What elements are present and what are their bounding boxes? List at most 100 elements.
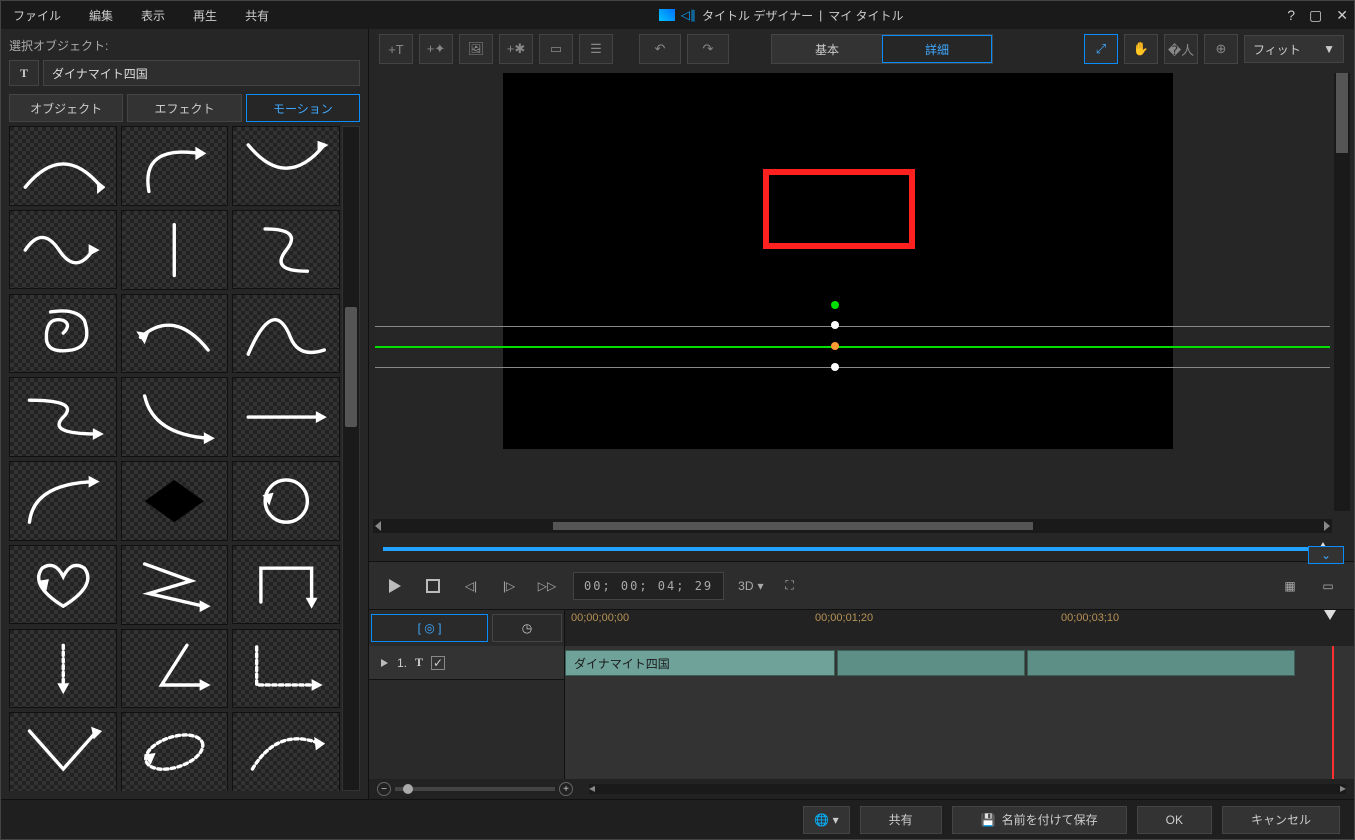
save-as-button[interactable]: 💾名前を付けて保存 [952,806,1127,834]
clip[interactable] [837,650,1025,676]
fit-dropdown[interactable]: フィット▼ [1244,35,1344,63]
app-logo-icon [659,9,675,21]
preset-v-path[interactable] [9,712,117,791]
add-box-icon[interactable]: ▭ [539,34,573,64]
playback-bar: ⌄ ◁| |▷ ▷▷ 00; 00; 04; 29 3D ▾ ⛶ ▦ ▭ [369,561,1354,609]
track-visible-checkbox[interactable]: ✓ [431,656,445,670]
safe-zone-icon[interactable]: ▭ [1316,574,1340,598]
expand-icon[interactable]: ⌄ [1308,546,1344,564]
motion-presets-grid [9,126,342,791]
preset-arc-up[interactable] [232,126,340,206]
motion-path[interactable] [375,346,1330,348]
menu-edit[interactable]: 編集 [83,5,119,26]
timeline-ruler[interactable]: 00;00;00;00 00;00;01;20 00;00;03;10 [565,610,1354,646]
prev-frame-icon[interactable]: ◁| [459,574,483,598]
preset-horizontal[interactable] [232,377,340,457]
preset-dashed-down[interactable] [9,629,117,709]
preview-hscroll[interactable] [373,519,1332,533]
preset-arc-return[interactable] [121,294,229,374]
fast-forward-icon[interactable]: ▷▷ [535,574,559,598]
close-icon[interactable]: ✕ [1336,7,1348,24]
play-icon[interactable] [383,574,407,598]
preview-canvas[interactable] [503,73,1173,449]
ok-button[interactable]: OK [1137,806,1212,834]
menu-play[interactable]: 再生 [187,5,223,26]
zoom-out-icon[interactable]: − [377,782,391,796]
tab-object[interactable]: オブジェクト [9,94,123,122]
fullscreen-icon[interactable]: ⛶ [778,574,802,598]
mode-basic[interactable]: 基本 [772,35,882,63]
move-tool-icon[interactable]: ⤢ [1084,34,1118,64]
tab-motion[interactable]: モーション [246,94,360,122]
presets-scrollbar[interactable] [342,126,360,791]
pan-tool-icon[interactable]: ✋ [1124,34,1158,64]
stop-icon[interactable] [421,574,445,598]
zoom-out-icon[interactable]: �人 [1164,34,1198,64]
menu-view[interactable]: 表示 [135,5,171,26]
preset-rebound[interactable] [121,629,229,709]
window-title: ◁∥ タイトル デザイナー | マイ タイトル [275,7,1287,24]
add-particle-icon[interactable]: +✦ [419,34,453,64]
preview-area[interactable] [369,69,1354,561]
preset-diag-down[interactable] [121,377,229,457]
guide-line [375,367,1330,368]
menu-file[interactable]: ファイル [7,5,67,26]
preset-heart[interactable] [9,545,117,625]
preset-wave[interactable] [9,210,117,290]
zoom-in-icon[interactable]: + [559,782,573,796]
zoom-in-icon[interactable]: ⊕ [1204,34,1238,64]
keyframe-dot[interactable] [831,363,839,371]
maximize-icon[interactable]: ▢ [1309,7,1322,24]
preset-arc-right[interactable] [121,126,229,206]
cloud-icon[interactable]: 🌐 ▾ [803,806,849,834]
add-sparkle-icon[interactable]: +✱ [499,34,533,64]
add-text-icon[interactable]: +T [379,34,413,64]
clock-mode-button[interactable]: ◷ [492,614,562,642]
preset-s-arrow[interactable] [9,377,117,457]
next-frame-icon[interactable]: |▷ [497,574,521,598]
object-text-input[interactable]: ダイナマイト四国 [43,60,360,86]
preset-diamond[interactable] [121,461,229,541]
undo-icon[interactable]: ↶ [639,34,681,64]
object-type-icon: T [9,60,39,86]
preview-vscroll[interactable] [1334,73,1350,511]
preset-curve-dashed[interactable] [232,712,340,791]
tab-effect[interactable]: エフェクト [127,94,241,122]
preset-square-path[interactable] [232,545,340,625]
preset-s-curve[interactable] [232,210,340,290]
preset-ellipse-dashed[interactable] [121,712,229,791]
share-button[interactable]: 共有 [860,806,942,834]
snap-icon[interactable]: ▦ [1278,574,1302,598]
3d-toggle[interactable]: 3D ▾ [738,574,763,598]
preset-arc-down[interactable] [9,126,117,206]
clip[interactable] [1027,650,1295,676]
preset-vertical[interactable] [121,210,229,290]
selection-box[interactable] [763,169,915,249]
mode-advanced[interactable]: 詳細 [882,35,992,63]
add-image-icon[interactable]: 🖼 [459,34,493,64]
timeline-hscroll[interactable] [589,784,1346,794]
keyframe-dot[interactable] [831,301,839,309]
menu-share[interactable]: 共有 [239,5,275,26]
preview-toolbar: +T +✦ 🖼 +✱ ▭ ☰ ↶ ↷ 基本 詳細 ⤢ ✋ �人 ⊕ フィット [369,29,1354,69]
keyframe-mode-button[interactable]: [ ◎ ] [371,614,488,642]
preset-corner-dashed[interactable] [232,629,340,709]
cancel-button[interactable]: キャンセル [1222,806,1340,834]
layers-icon[interactable]: ☰ [579,34,613,64]
preset-zigzag[interactable] [121,545,229,625]
preset-quarter-arc[interactable] [9,461,117,541]
help-icon[interactable]: ? [1287,7,1295,24]
keyframe-dot[interactable] [831,321,839,329]
timeline-clips-area[interactable]: ダイナマイト四国 [565,646,1354,779]
redo-icon[interactable]: ↷ [687,34,729,64]
keyframe-dot[interactable] [831,342,839,350]
preset-circle-cw[interactable] [232,461,340,541]
track-header[interactable]: 1. T ✓ [369,646,564,680]
timeline-zoom[interactable]: − + [377,782,573,796]
preset-hump[interactable] [232,294,340,374]
clip[interactable]: ダイナマイト四国 [565,650,835,676]
guide-line [375,326,1330,327]
timecode-display[interactable]: 00; 00; 04; 29 [573,572,724,600]
preset-spiral[interactable] [9,294,117,374]
preview-progress[interactable] [383,547,1324,551]
